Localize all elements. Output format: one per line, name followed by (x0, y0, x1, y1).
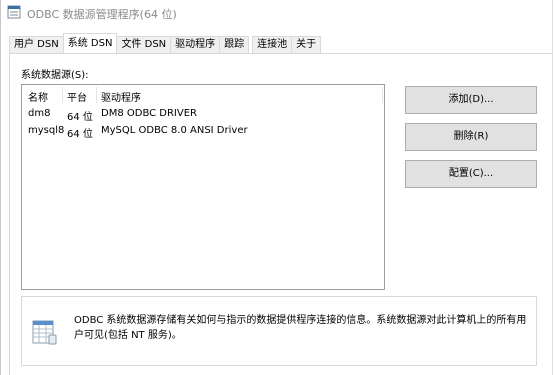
column-header-platform[interactable]: 平台 (67, 89, 87, 104)
dsn-driver: MySQL ODBC 8.0 ANSI Driver (101, 125, 248, 136)
column-divider[interactable] (62, 87, 63, 103)
column-divider[interactable] (382, 87, 383, 103)
tab-user-dsn[interactable]: 用户 DSN (9, 36, 64, 53)
dsn-name: mysql8 (28, 125, 65, 136)
window-right-border (552, 0, 553, 375)
dsn-platform: 64 位 (67, 129, 93, 140)
odbc-window-icon (7, 5, 21, 19)
tab-drivers[interactable]: 驱动程序 (170, 36, 221, 53)
title-bar[interactable]: ODBC 数据源管理程序(64 位) (1, 0, 554, 26)
dsn-driver: DM8 ODBC DRIVER (101, 108, 197, 119)
tab-strip: 用户 DSN 系统 DSN 文件 DSN 驱动程序 跟踪 连接池 关于 (9, 33, 322, 53)
tab-about[interactable]: 关于 (291, 36, 322, 53)
tab-connection-pooling[interactable]: 连接池 (252, 36, 293, 53)
tab-tracing[interactable]: 跟踪 (219, 36, 250, 53)
add-button[interactable]: 添加(D)... (405, 86, 537, 114)
tab-file-dsn[interactable]: 文件 DSN (116, 36, 172, 53)
system-data-sources-label: 系统数据源(S): (21, 70, 89, 81)
column-header-driver[interactable]: 驱动程序 (101, 89, 141, 104)
database-table-icon (32, 320, 57, 345)
dsn-platform: 64 位 (67, 112, 93, 123)
window-title: ODBC 数据源管理程序(64 位) (27, 8, 177, 21)
info-box: ODBC 系统数据源存储有关如何与指示的数据提供程序连接的信息。系统数据源对此计… (21, 296, 537, 366)
dsn-row-dm8[interactable]: dm8 64 位 DM8 ODBC DRIVER (22, 106, 384, 123)
info-description: ODBC 系统数据源存储有关如何与指示的数据提供程序连接的信息。系统数据源对此计… (74, 315, 527, 341)
dsn-name: dm8 (28, 108, 51, 119)
remove-button[interactable]: 删除(R) (405, 123, 537, 151)
dsn-row-mysql8[interactable]: mysql8 64 位 MySQL ODBC 8.0 ANSI Driver (22, 123, 384, 140)
column-divider[interactable] (96, 87, 97, 103)
tab-system-dsn[interactable]: 系统 DSN (62, 33, 118, 53)
odbc-window: ODBC 数据源管理程序(64 位) 用户 DSN 系统 DSN 文件 DSN … (0, 0, 554, 375)
system-dsn-list[interactable]: 名称 平台 驱动程序 dm8 64 位 DM8 ODBC DRIVER mysq… (21, 84, 385, 290)
configure-button[interactable]: 配置(C)... (405, 160, 537, 188)
column-header-name[interactable]: 名称 (28, 89, 48, 104)
list-header: 名称 平台 驱动程序 (22, 85, 384, 105)
